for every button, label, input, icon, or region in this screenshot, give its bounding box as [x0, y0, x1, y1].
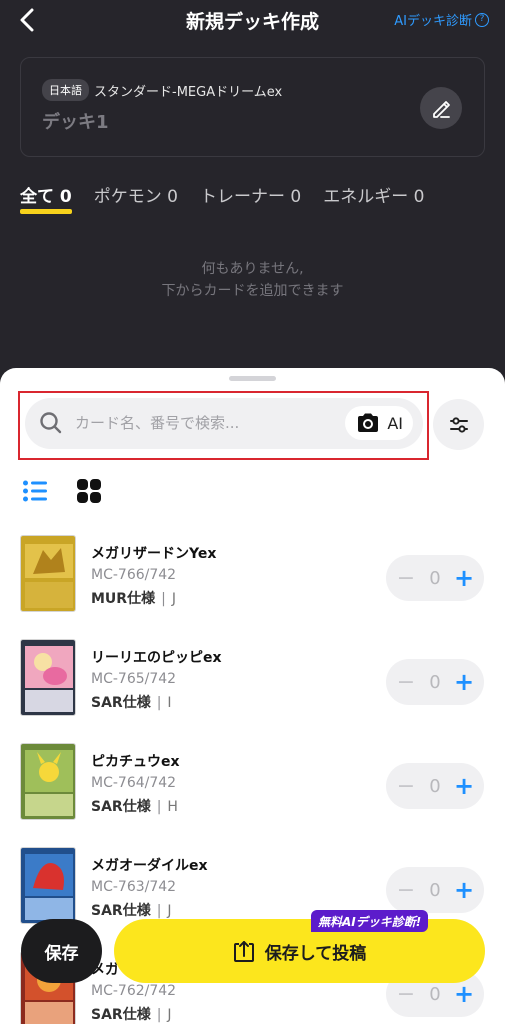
- increment-button[interactable]: +: [454, 668, 474, 696]
- quantity-stepper: − 0 +: [386, 867, 484, 913]
- rarity-separator: |: [156, 903, 162, 919]
- card-rarity: SAR仕様 | I: [91, 692, 172, 712]
- card-rarity: SAR仕様 | J: [91, 900, 172, 920]
- language-badge: 日本語: [42, 79, 89, 101]
- increment-button[interactable]: +: [454, 772, 474, 800]
- grid-view-icon[interactable]: [76, 478, 102, 504]
- card-number: MC-764/742: [91, 775, 177, 791]
- save-and-post-button[interactable]: 保存して投稿: [114, 919, 485, 983]
- card-row[interactable]: メガリザードンYex MC-766/742 MUR仕様 | J − 0 +: [0, 533, 505, 637]
- deck-info-card: 日本語 スタンダード-MEGAドリームex デッキ1: [20, 57, 485, 157]
- tab-pokemon[interactable]: ポケモン 0: [94, 182, 178, 207]
- card-name: メガリザードンYex: [91, 546, 217, 562]
- quantity-value: 0: [429, 983, 441, 1005]
- rarity-separator: |: [161, 591, 166, 607]
- pencil-icon: [433, 101, 450, 118]
- quantity-value: 0: [429, 567, 441, 589]
- regulation-mark: J: [167, 1007, 172, 1023]
- filter-button[interactable]: [433, 399, 484, 450]
- card-image: [20, 847, 76, 924]
- regulation-mark: I: [167, 695, 172, 711]
- quantity-value: 0: [429, 671, 441, 693]
- tab-trainer[interactable]: トレーナー 0: [200, 182, 301, 207]
- sliders-icon: [449, 416, 468, 433]
- card-rarity: SAR仕様 | H: [91, 796, 178, 816]
- empty-state-line-2: 下からカードを追加できます: [161, 283, 344, 299]
- rarity-label: SAR仕様: [91, 799, 151, 815]
- decrement-button[interactable]: −: [396, 878, 416, 903]
- deck-name: デッキ1: [42, 112, 109, 133]
- tab-energy[interactable]: エネルギー 0: [323, 182, 424, 207]
- increment-button[interactable]: +: [454, 980, 474, 1008]
- empty-state: 何もありません, 下からカードを追加できます: [0, 258, 505, 302]
- rarity-label: SAR仕様: [91, 1007, 151, 1023]
- deck-meta: 日本語 スタンダード-MEGAドリームex: [42, 79, 282, 101]
- deck-format: スタンダード-MEGAドリームex: [94, 84, 283, 100]
- free-ai-badge: 無料AIデッキ診断!: [311, 910, 429, 932]
- card-rarity: SAR仕様 | J: [91, 1004, 172, 1024]
- search-bar[interactable]: AI: [25, 398, 423, 449]
- help-icon: ?: [475, 12, 489, 27]
- regulation-mark: J: [167, 903, 172, 919]
- ai-diagnosis-link[interactable]: AIデッキ診断 ?: [394, 10, 489, 29]
- decrement-button[interactable]: −: [396, 566, 416, 591]
- search-input[interactable]: [75, 411, 295, 435]
- decrement-button[interactable]: −: [396, 774, 416, 799]
- rarity-separator: |: [156, 1007, 162, 1023]
- edit-deck-button[interactable]: [420, 87, 462, 129]
- rarity-label: SAR仕様: [91, 903, 151, 919]
- header: 新規デッキ作成 AIデッキ診断 ?: [0, 0, 505, 40]
- card-image: [20, 535, 76, 612]
- list-view-icon[interactable]: [22, 479, 48, 503]
- ai-label: AI: [387, 413, 403, 433]
- save-and-post-label: 保存して投稿: [264, 943, 367, 964]
- rarity-label: SAR仕様: [91, 695, 151, 711]
- quantity-value: 0: [429, 879, 441, 901]
- quantity-stepper: − 0 +: [386, 763, 484, 809]
- card-number: MC-765/742: [91, 671, 177, 687]
- card-name: リーリエのピッピex: [91, 650, 222, 666]
- card-row[interactable]: ピカチュウex MC-764/742 SAR仕様 | H − 0 +: [0, 741, 505, 845]
- regulation-mark: J: [171, 591, 176, 607]
- upload-icon: [233, 941, 254, 962]
- ai-camera-button[interactable]: AI: [345, 406, 413, 440]
- regulation-mark: H: [167, 799, 178, 815]
- card-number: MC-766/742: [91, 567, 177, 583]
- category-tabs: 全て 0 ポケモン 0 トレーナー 0 エネルギー 0: [20, 182, 424, 214]
- rarity-label: MUR仕様: [91, 591, 156, 607]
- decrement-button[interactable]: −: [396, 982, 416, 1007]
- empty-state-line-1: 何もありません,: [201, 261, 304, 277]
- decrement-button[interactable]: −: [396, 670, 416, 695]
- card-image: [20, 743, 76, 820]
- increment-button[interactable]: +: [454, 564, 474, 592]
- card-row[interactable]: リーリエのピッピex MC-765/742 SAR仕様 | I − 0 +: [0, 637, 505, 741]
- card-number: MC-763/742: [91, 879, 177, 895]
- quantity-value: 0: [429, 775, 441, 797]
- search-icon: [40, 412, 62, 434]
- rarity-separator: |: [156, 799, 162, 815]
- save-button[interactable]: 保存: [21, 919, 102, 983]
- card-number: MC-762/742: [91, 983, 177, 999]
- card-rarity: MUR仕様 | J: [91, 588, 176, 608]
- card-image: [20, 639, 76, 716]
- card-name: ピカチュウex: [91, 754, 180, 770]
- view-toggle: [22, 478, 102, 504]
- tab-all[interactable]: 全て 0: [20, 182, 72, 214]
- quantity-stepper: − 0 +: [386, 555, 484, 601]
- increment-button[interactable]: +: [454, 876, 474, 904]
- card-name: メガオーダイルex: [91, 858, 208, 874]
- sheet-drag-handle[interactable]: [229, 376, 276, 381]
- ai-diagnosis-label: AIデッキ診断: [394, 14, 472, 29]
- rarity-separator: |: [156, 695, 162, 711]
- quantity-stepper: − 0 +: [386, 659, 484, 705]
- camera-icon: [358, 413, 379, 432]
